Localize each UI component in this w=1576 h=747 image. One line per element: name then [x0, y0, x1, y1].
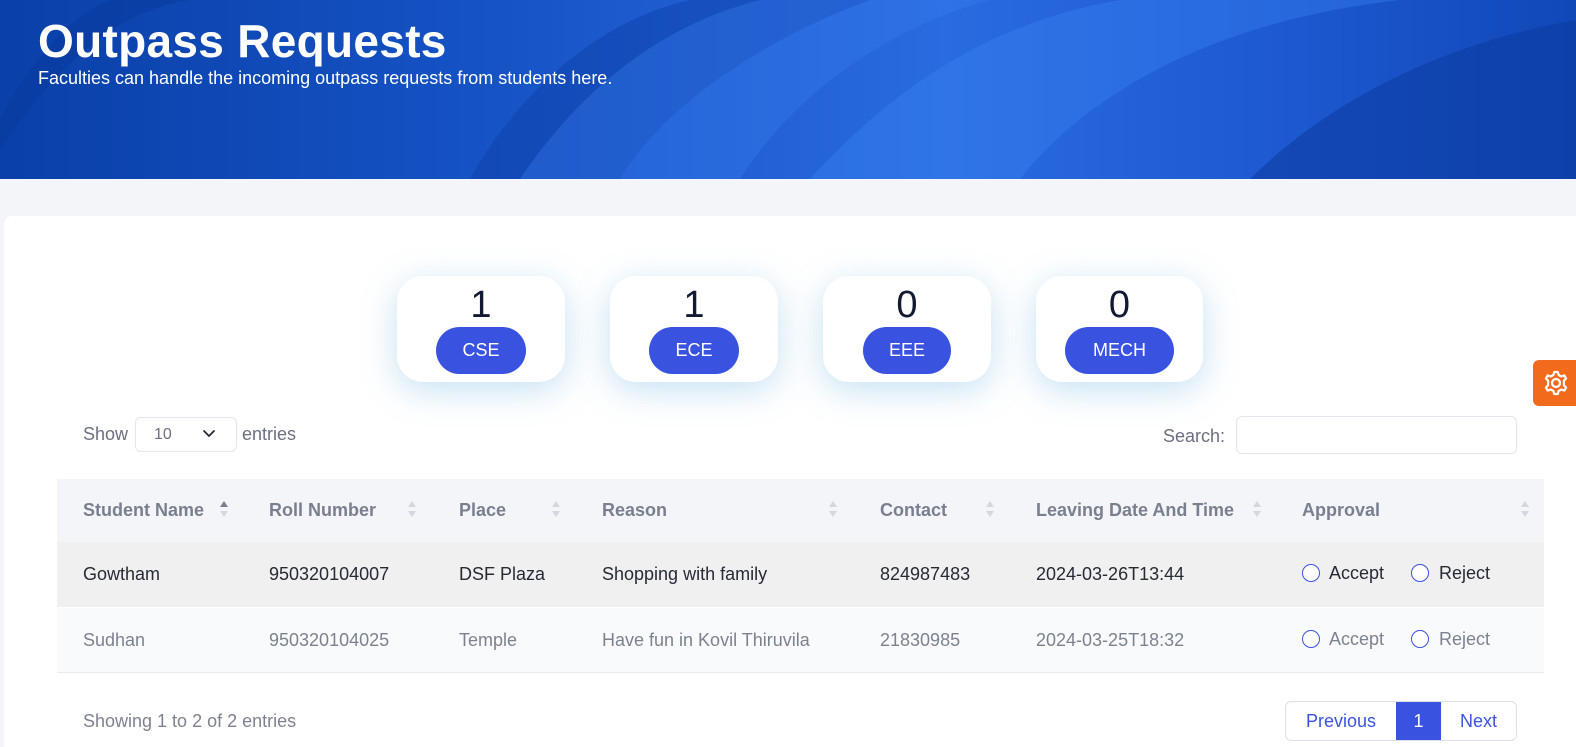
page-1-button[interactable]: 1	[1396, 702, 1441, 740]
stat-count: 0	[1108, 284, 1131, 326]
next-page-button[interactable]: Next	[1441, 702, 1516, 740]
entries-per-page-select[interactable]: 10	[135, 417, 237, 452]
sort-icon	[829, 501, 837, 517]
chevron-down-icon	[203, 430, 215, 437]
reject-label[interactable]: Reject	[1439, 563, 1490, 584]
sort-icon	[1253, 501, 1261, 517]
search-label: Search:	[1163, 426, 1226, 446]
cell-reason: Have fun in Kovil Thiruvila	[602, 630, 810, 650]
sort-icon	[408, 501, 416, 517]
stat-card-mech: 0 MECH	[1036, 276, 1203, 382]
cell-place: DSF Plaza	[459, 564, 546, 584]
dept-badge-cse[interactable]: CSE	[436, 327, 526, 374]
search-input[interactable]	[1236, 416, 1517, 454]
dept-badge-mech[interactable]: MECH	[1065, 327, 1174, 374]
stat-card-cse: 1 CSE	[397, 276, 565, 382]
reject-radio[interactable]	[1411, 564, 1429, 582]
stat-count: 1	[470, 284, 492, 326]
page-header: Outpass Requests Faculties can handle th…	[0, 0, 1576, 179]
table-row: Gowtham 950320104007 DSF Plaza Shopping …	[57, 542, 1544, 607]
stat-card-ece: 1 ECE	[610, 276, 778, 382]
table-info: Showing 1 to 2 of 2 entries	[83, 711, 297, 731]
column-header-place[interactable]: Place	[459, 500, 506, 521]
cell-contact: 21830985	[880, 630, 961, 650]
accept-radio[interactable]	[1302, 564, 1320, 582]
cell-leaving-date: 2024-03-25T18:32	[1036, 630, 1185, 650]
settings-toggle-button[interactable]	[1533, 360, 1576, 406]
reject-label[interactable]: Reject	[1439, 629, 1490, 650]
dept-badge-eee[interactable]: EEE	[863, 327, 951, 374]
stat-card-eee: 0 EEE	[823, 276, 991, 382]
cell-place: Temple	[459, 630, 518, 650]
cell-leaving-date: 2024-03-26T13:44	[1036, 564, 1185, 584]
accept-label[interactable]: Accept	[1329, 629, 1384, 650]
stat-count: 0	[896, 284, 918, 326]
column-header-approval[interactable]: Approval	[1302, 500, 1380, 521]
sort-icon	[1521, 501, 1529, 517]
cell-roll-number: 950320104025	[269, 630, 390, 650]
cell-student-name: Sudhan	[83, 630, 146, 650]
stat-count: 1	[683, 284, 705, 326]
cell-reason: Shopping with family	[602, 564, 768, 584]
pagination: Previous 1 Next	[1285, 701, 1517, 741]
entries-label: entries	[242, 424, 297, 444]
column-header-contact[interactable]: Contact	[880, 500, 947, 521]
accept-label[interactable]: Accept	[1329, 563, 1384, 584]
cell-student-name: Gowtham	[83, 564, 161, 584]
sort-ascending-icon	[220, 501, 228, 517]
column-header-student-name[interactable]: Student Name	[83, 500, 204, 521]
column-header-roll-number[interactable]: Roll Number	[269, 500, 376, 521]
cell-roll-number: 950320104007	[269, 564, 390, 584]
dept-badge-ece[interactable]: ECE	[649, 327, 739, 374]
show-label: Show	[83, 424, 129, 444]
gear-icon	[1544, 370, 1568, 396]
sort-icon	[552, 501, 560, 517]
accept-radio[interactable]	[1302, 630, 1320, 648]
reject-radio[interactable]	[1411, 630, 1429, 648]
column-header-reason[interactable]: Reason	[602, 500, 667, 521]
previous-page-button[interactable]: Previous	[1286, 702, 1396, 740]
cell-contact: 824987483	[880, 564, 971, 584]
table-header: Student Name Roll Number Place Reason Co…	[57, 479, 1544, 542]
table-row: Sudhan 950320104025 Temple Have fun in K…	[57, 608, 1544, 673]
entries-per-page-value: 10	[154, 426, 172, 443]
column-header-leaving-date[interactable]: Leaving Date And Time	[1036, 500, 1234, 521]
sort-icon	[986, 501, 994, 517]
page-subtitle: Faculties can handle the incoming outpas…	[38, 68, 613, 88]
page-title: Outpass Requests	[38, 15, 447, 67]
